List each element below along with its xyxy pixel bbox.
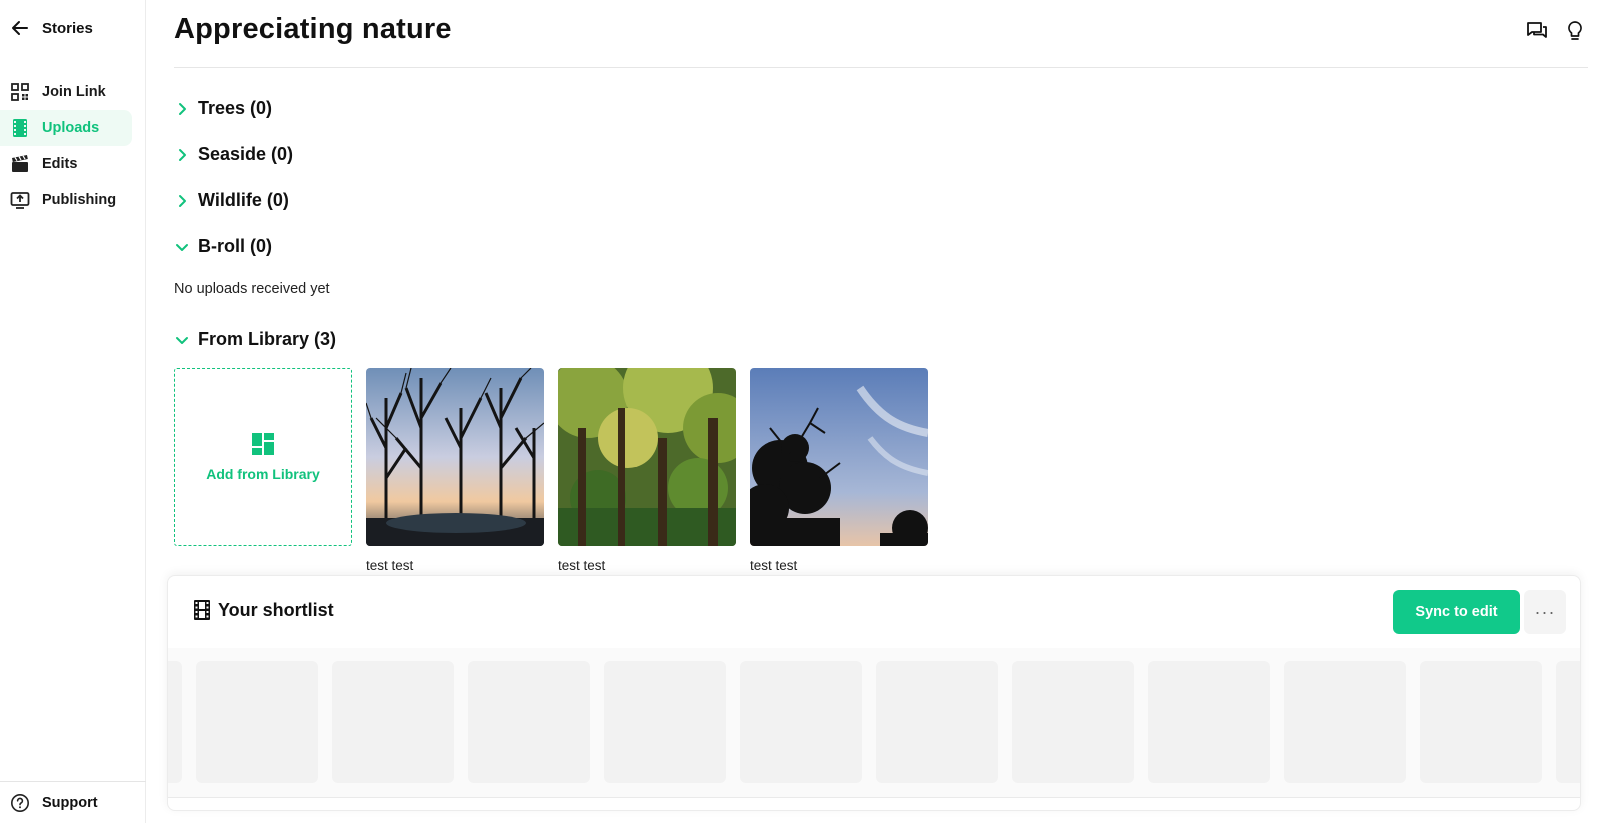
section-label: B-roll (0): [198, 236, 272, 256]
shortlist-slot[interactable]: [1420, 661, 1542, 783]
section-b-roll[interactable]: B-roll (0): [174, 236, 272, 257]
shortlist-title-label: Your shortlist: [218, 599, 334, 620]
sidebar-item-edits[interactable]: Edits: [0, 146, 132, 182]
photo-caption: test test: [750, 558, 798, 573]
photo-caption: test test: [366, 558, 414, 573]
chevron-right-icon: [179, 194, 186, 207]
film-strip-icon: [194, 600, 210, 620]
page-header: Appreciating nature: [174, 0, 1588, 68]
shortlist-slot[interactable]: [168, 661, 182, 783]
photo-thumbnail[interactable]: [750, 368, 928, 546]
library-grid: Add from Library test test test test tes…: [174, 368, 928, 573]
section-label: Wildlife (0): [198, 190, 289, 210]
empty-state-text: No uploads received yet: [174, 281, 330, 297]
chevron-right-icon: [179, 148, 186, 161]
shortlist-track[interactable]: [168, 648, 1580, 798]
page-title: Appreciating nature: [174, 13, 452, 45]
sync-to-edit-button[interactable]: Sync to edit: [1393, 590, 1520, 634]
section-label: Seaside (0): [198, 144, 294, 164]
monitor-upload-icon: [10, 192, 30, 209]
shortlist-slot[interactable]: [604, 661, 726, 783]
chat-icon[interactable]: [1526, 20, 1548, 42]
library-item[interactable]: test test: [750, 368, 928, 573]
shortlist-slot[interactable]: [740, 661, 862, 783]
qr-code-icon: [11, 83, 29, 101]
photo-thumbnail[interactable]: [558, 368, 736, 546]
support-link[interactable]: Support: [0, 781, 146, 823]
arrow-left-icon: [12, 21, 28, 35]
back-label: Stories: [42, 19, 93, 37]
section-label: From Library (3): [198, 329, 337, 349]
chevron-down-icon: [176, 336, 188, 344]
shortlist-panel: Your shortlist Sync to edit ···: [167, 575, 1581, 811]
add-from-library-label: Add from Library: [206, 466, 320, 482]
sidebar-item-join-link[interactable]: Join Link: [0, 74, 132, 110]
support-label: Support: [42, 794, 98, 811]
photo-thumbnail[interactable]: [366, 368, 544, 546]
shortlist-slot[interactable]: [332, 661, 454, 783]
tree-silhouette-sky-image: [750, 368, 928, 546]
sidebar: Stories Join Link Uploads Edits Publishi…: [0, 0, 146, 823]
back-to-stories-link[interactable]: Stories: [10, 16, 93, 40]
shortlist-slot[interactable]: [1012, 661, 1134, 783]
sidebar-item-label: Uploads: [42, 120, 100, 136]
section-seaside[interactable]: Seaside (0): [174, 144, 293, 165]
library-item[interactable]: test test: [558, 368, 736, 573]
shortlist-slot[interactable]: [1148, 661, 1270, 783]
shortlist-slot[interactable]: [876, 661, 998, 783]
sidebar-item-publishing[interactable]: Publishing: [0, 182, 132, 218]
chevron-down-icon: [176, 243, 188, 251]
shortlist-slot[interactable]: [1556, 661, 1580, 783]
shortlist-slot[interactable]: [1284, 661, 1406, 783]
add-from-library-button[interactable]: Add from Library: [174, 368, 352, 546]
shortlist-slot[interactable]: [468, 661, 590, 783]
green-forest-image: [558, 368, 736, 546]
dashboard-icon: [252, 433, 274, 455]
chevron-right-icon: [179, 102, 186, 115]
shortlist-header: Your shortlist Sync to edit ···: [168, 576, 1580, 648]
help-circle-icon: [11, 793, 29, 812]
shortlist-title: Your shortlist: [192, 599, 334, 621]
section-wildlife[interactable]: Wildlife (0): [174, 190, 289, 211]
library-item[interactable]: test test: [366, 368, 544, 573]
bare-trees-sunset-image: [366, 368, 544, 546]
lightbulb-icon[interactable]: [1564, 20, 1586, 42]
sidebar-item-uploads[interactable]: Uploads: [0, 110, 132, 146]
section-from-library[interactable]: From Library (3): [174, 329, 336, 350]
shortlist-slot[interactable]: [196, 661, 318, 783]
sidebar-item-label: Join Link: [42, 84, 106, 100]
clapperboard-icon: [12, 155, 28, 172]
more-options-button[interactable]: ···: [1524, 590, 1566, 634]
sidebar-nav: Join Link Uploads Edits Publishing: [0, 74, 146, 218]
film-strip-icon: [13, 119, 27, 137]
sidebar-item-label: Publishing: [42, 192, 117, 208]
section-trees[interactable]: Trees (0): [174, 98, 272, 119]
photo-caption: test test: [558, 558, 606, 573]
section-label: Trees (0): [198, 98, 273, 118]
sidebar-item-label: Edits: [42, 156, 78, 172]
